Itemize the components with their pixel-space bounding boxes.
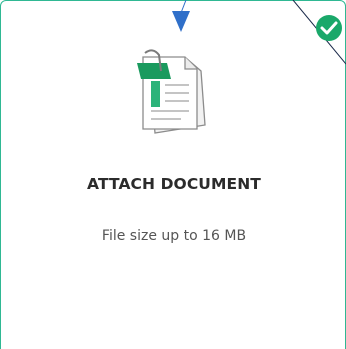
check-circle-icon	[316, 15, 342, 41]
cursor-arrow-icon	[172, 11, 190, 32]
card-overlay	[172, 0, 346, 65]
